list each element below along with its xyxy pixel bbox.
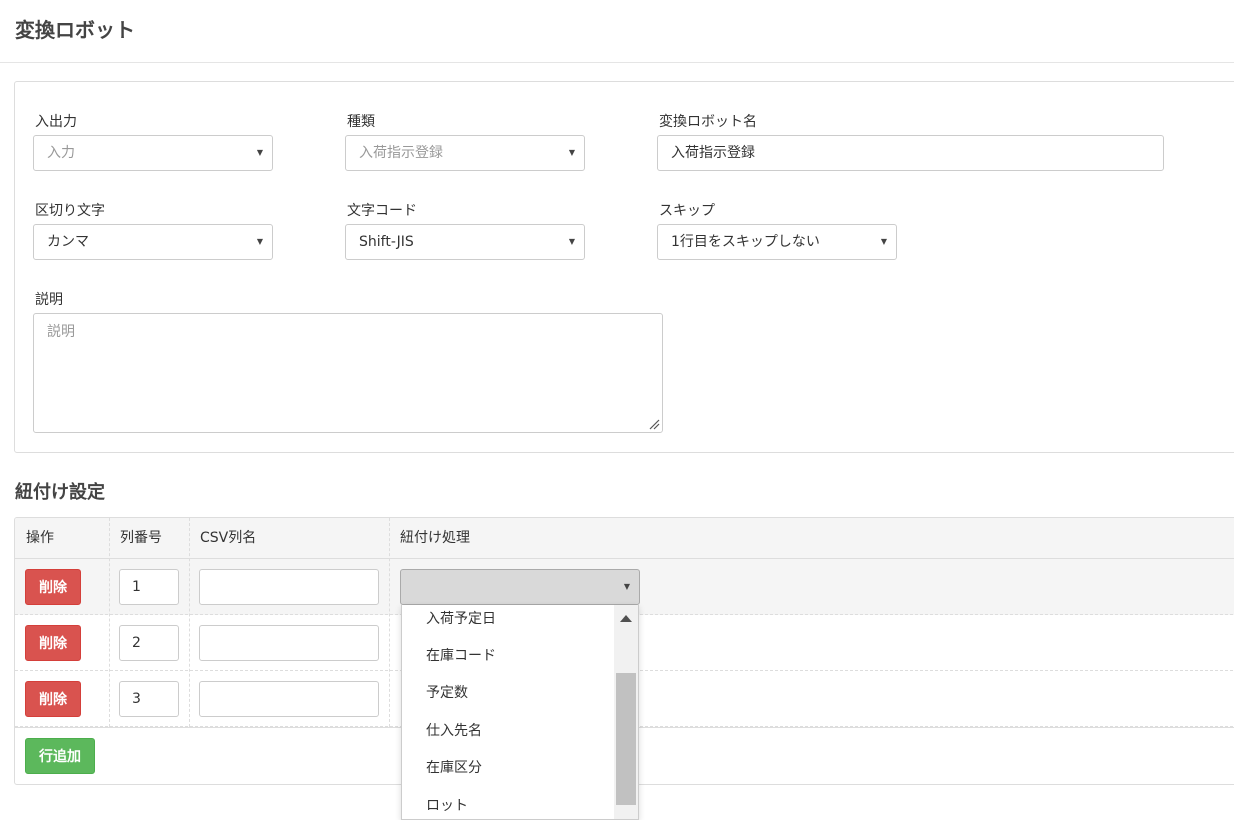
kind-value: 入荷指示登録 xyxy=(359,145,443,161)
delete-row-button[interactable]: 削除 xyxy=(25,681,81,717)
csv-name-input[interactable] xyxy=(199,681,379,717)
delimiter-value: カンマ xyxy=(47,234,89,250)
dropdown-option[interactable]: ロット xyxy=(402,792,614,819)
caret-down-icon: ▼ xyxy=(880,237,887,246)
col-no-input[interactable]: 2 xyxy=(119,625,179,661)
header-process: 紐付け処理 xyxy=(400,530,470,546)
caret-down-icon: ▼ xyxy=(256,148,263,157)
description-textarea[interactable]: 説明 xyxy=(33,313,663,433)
caret-down-icon: ▼ xyxy=(568,148,575,157)
robot-name-value: 入荷指示登録 xyxy=(671,145,755,161)
col-no-value: 1 xyxy=(132,579,141,595)
description-placeholder: 説明 xyxy=(47,324,75,340)
mapping-process-select[interactable]: ▼ xyxy=(400,569,640,605)
scrollbar-thumb[interactable] xyxy=(616,673,636,805)
delete-row-button[interactable]: 削除 xyxy=(25,625,81,661)
header-op: 操作 xyxy=(26,530,54,546)
col-no-value: 2 xyxy=(132,635,141,651)
io-select[interactable]: 入力 ▼ xyxy=(33,135,273,171)
robot-name-input[interactable]: 入荷指示登録 xyxy=(657,135,1164,171)
csv-name-input[interactable] xyxy=(199,625,379,661)
dropdown-scrollbar[interactable] xyxy=(614,605,638,819)
skip-value: 1行目をスキップしない xyxy=(671,234,820,250)
delimiter-select[interactable]: カンマ ▼ xyxy=(33,224,273,260)
caret-down-icon: ▼ xyxy=(256,237,263,246)
charset-value: Shift-JIS xyxy=(359,234,414,250)
skip-select[interactable]: 1行目をスキップしない ▼ xyxy=(657,224,897,260)
dropdown-option[interactable]: 仕入先名 xyxy=(402,717,614,754)
dropdown-option[interactable]: 在庫コード xyxy=(402,642,614,679)
csv-name-input[interactable] xyxy=(199,569,379,605)
title-divider xyxy=(0,62,1234,63)
scroll-up-arrow-icon[interactable] xyxy=(620,615,632,622)
col-no-value: 3 xyxy=(132,691,141,707)
dropdown-option[interactable]: 予定数 xyxy=(402,679,614,716)
kind-label: 種類 xyxy=(347,114,375,130)
description-label: 説明 xyxy=(35,292,63,308)
col-no-input[interactable]: 1 xyxy=(119,569,179,605)
header-col-no: 列番号 xyxy=(120,530,162,546)
table-header: 操作 列番号 CSV列名 紐付け処理 xyxy=(15,518,1234,559)
mapping-section-title: 紐付け設定 xyxy=(15,482,105,503)
column-divider xyxy=(389,518,390,727)
column-divider xyxy=(109,518,110,727)
kind-select[interactable]: 入荷指示登録 ▼ xyxy=(345,135,585,171)
delete-row-button[interactable]: 削除 xyxy=(25,569,81,605)
mapping-process-dropdown: 入荷予定日 在庫コード 予定数 仕入先名 在庫区分 ロット xyxy=(401,605,639,820)
charset-select[interactable]: Shift-JIS ▼ xyxy=(345,224,585,260)
add-row-button[interactable]: 行追加 xyxy=(25,738,95,774)
caret-down-icon: ▼ xyxy=(568,237,575,246)
col-no-input[interactable]: 3 xyxy=(119,681,179,717)
robot-name-label: 変換ロボット名 xyxy=(659,114,757,130)
page-title: 変換ロボット xyxy=(15,18,135,42)
header-csv-name: CSV列名 xyxy=(200,530,257,546)
dropdown-option[interactable]: 在庫区分 xyxy=(402,754,614,791)
dropdown-option[interactable]: 入荷予定日 xyxy=(402,605,614,642)
charset-label: 文字コード xyxy=(347,203,417,219)
column-divider xyxy=(189,518,190,727)
skip-label: スキップ xyxy=(659,203,715,219)
io-value: 入力 xyxy=(47,145,75,161)
delimiter-label: 区切り文字 xyxy=(35,203,105,219)
caret-down-icon: ▼ xyxy=(623,582,630,591)
robot-settings-panel: 入出力 入力 ▼ 種類 入荷指示登録 ▼ 変換ロボット名 入荷指示登録 区切り文… xyxy=(14,81,1234,453)
resize-handle-icon[interactable] xyxy=(648,418,660,430)
io-label: 入出力 xyxy=(35,114,77,130)
